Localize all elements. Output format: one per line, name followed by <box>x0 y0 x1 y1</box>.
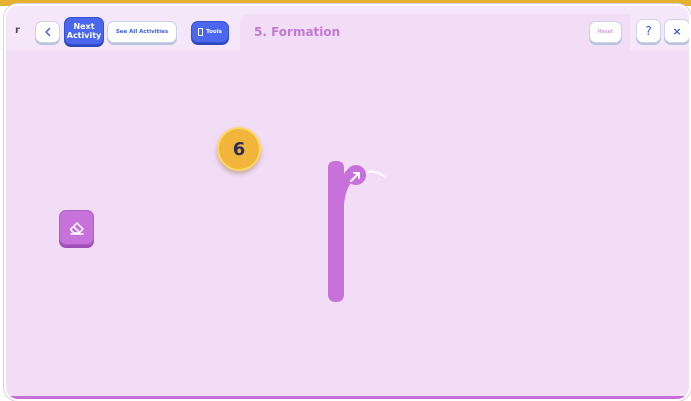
reset-label: Reset <box>597 29 614 35</box>
tools-button[interactable]: Tools <box>191 21 229 43</box>
close-button[interactable]: × <box>664 19 689 43</box>
close-icon: × <box>672 24 682 38</box>
chevron-left-icon <box>44 27 50 37</box>
step-number-badge: 6 <box>217 127 261 171</box>
reset-button[interactable]: Reset <box>589 21 622 43</box>
back-button[interactable] <box>35 21 60 43</box>
letter-r-trace-icon <box>328 161 386 302</box>
truncated-title-prefix: r <box>15 25 20 36</box>
help-button[interactable]: ? <box>636 19 661 43</box>
bottom-border <box>6 396 689 399</box>
eraser-button[interactable] <box>59 210 94 245</box>
next-activity-label-1: Next <box>73 22 95 31</box>
phone-icon <box>198 28 204 36</box>
tools-label: Tools <box>206 29 222 35</box>
see-all-activities-button[interactable]: See All Activities <box>107 21 177 43</box>
step-number: 6 <box>232 138 246 160</box>
see-all-activities-label: See All Activities <box>115 29 169 35</box>
next-activity-button[interactable]: Next Activity <box>64 17 104 45</box>
help-icon: ? <box>645 24 652 38</box>
activity-title: 5. Formation <box>254 25 341 39</box>
eraser-icon <box>69 221 84 235</box>
activity-window: r Next Activity See All Activities Tools… <box>4 4 691 401</box>
next-activity-label-2: Activity <box>66 31 102 40</box>
